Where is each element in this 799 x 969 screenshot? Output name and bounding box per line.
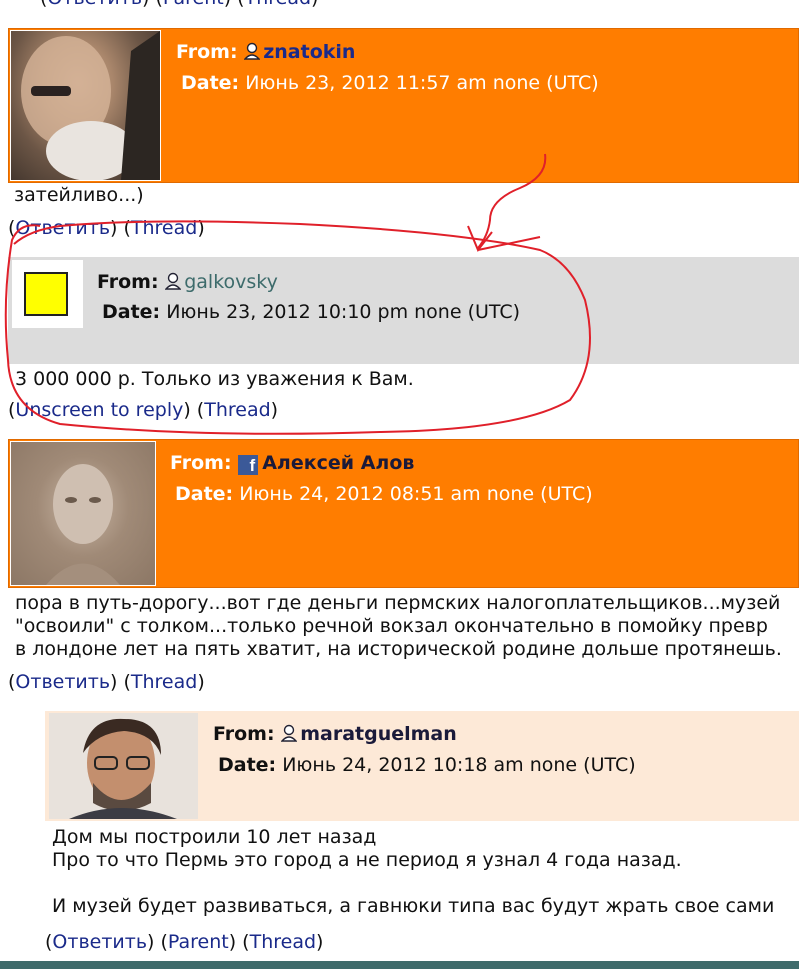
avatar-image (21, 31, 160, 181)
thread-link[interactable]: Thread (245, 0, 311, 9)
comment-date: Date: Июнь 24, 2012 10:18 am none (UTC) (218, 754, 636, 776)
from-label: From: (176, 41, 238, 63)
comment-date: Date: Июнь 23, 2012 10:10 pm none (UTC) (102, 301, 520, 323)
comment-from: From: galkovsky (97, 271, 278, 293)
date-value: Июнь 24, 2012 10:18 am none (UTC) (282, 754, 636, 776)
comment-date: Date: Июнь 24, 2012 08:51 am none (UTC) (175, 483, 593, 505)
user-icon (244, 42, 261, 60)
username-link[interactable]: galkovsky (184, 271, 278, 293)
user-icon (165, 272, 182, 290)
avatar[interactable] (10, 441, 156, 586)
date-label: Date: (181, 72, 240, 94)
comment-from: From: f Алексей Алов (170, 452, 414, 475)
comment-text-line: Про то что Пермь это город а не период я… (52, 849, 682, 871)
comment-body: затейливо...) (14, 184, 144, 206)
avatar[interactable] (10, 30, 161, 181)
thread-link[interactable]: Thread (131, 217, 197, 239)
yellow-square-avatar (24, 272, 68, 316)
date-value: Июнь 24, 2012 08:51 am none (UTC) (239, 483, 593, 505)
user-icon (281, 724, 298, 742)
thread-link[interactable]: Thread (131, 671, 197, 693)
username-link[interactable]: znatokin (263, 41, 355, 63)
comment-text-line: пора в путь-дорогу...вот где деньги перм… (15, 592, 781, 614)
parent-link[interactable]: Parent (168, 931, 229, 953)
facebook-icon: f (238, 455, 259, 475)
top-comment-links: (Ответить) (Parent) (Thread) (40, 0, 318, 9)
comment-text-line: И музей будет развиваться, а гавнюки тип… (52, 895, 775, 917)
username-link[interactable]: maratguelman (300, 723, 457, 745)
comment-from: From: maratguelman (213, 723, 457, 745)
reply-link[interactable]: Ответить (47, 0, 142, 9)
comment-text-spacer (52, 872, 774, 895)
avatar-image (46, 464, 120, 585)
avatar[interactable] (49, 713, 198, 819)
reply-link[interactable]: Ответить (15, 217, 110, 239)
from-label: From: (97, 271, 159, 293)
comment-header-galkovsky: From: galkovsky Date: Июнь 23, 2012 10:1… (8, 257, 799, 364)
thread-link[interactable]: Thread (204, 399, 270, 421)
comment-text-line: 3 000 000 р. Только из уважения к Вам. (15, 368, 414, 390)
comment-body: 3 000 000 р. Только из уважения к Вам. (15, 368, 414, 390)
comment-text-line: Дом мы построили 10 лет назад (52, 826, 377, 848)
thread-link[interactable]: Thread (250, 931, 316, 953)
comment-text-line: "освоили" с толком...только речной вокза… (15, 615, 768, 637)
unscreen-to-reply-link[interactable]: Unscreen to reply (15, 399, 183, 421)
comment-links: (Ответить) (Parent) (Thread) (45, 931, 324, 953)
parent-link[interactable]: Parent (163, 0, 224, 9)
date-label: Date: (218, 754, 277, 776)
avatar[interactable] (12, 260, 83, 328)
annotation-arrowhead (467, 225, 541, 252)
comment-body: пора в путь-дорогу...вот где деньги перм… (15, 592, 782, 661)
date-value: Июнь 23, 2012 10:10 pm none (UTC) (166, 301, 521, 323)
date-value: Июнь 23, 2012 11:57 am none (UTC) (245, 72, 599, 94)
comment-from: From: znatokin (176, 41, 355, 63)
bottom-bar (0, 961, 799, 969)
username-link[interactable]: Алексей Алов (262, 452, 414, 474)
date-label: Date: (175, 483, 234, 505)
from-label: From: (213, 723, 275, 745)
comment-links: (Ответить) (Thread) (8, 671, 205, 693)
comment-text-line: в лондоне лет на пять хватит, на историч… (15, 638, 782, 660)
date-label: Date: (102, 301, 161, 323)
avatar-image (69, 718, 177, 819)
comment-header-znatokin: From: znatokin Date: Июнь 23, 2012 11:57… (8, 28, 799, 183)
comment-links: (Unscreen to reply) (Thread) (8, 399, 279, 421)
reply-link[interactable]: Ответить (15, 671, 110, 693)
comment-header-maratguelman: From: maratguelman Date: Июнь 24, 2012 1… (45, 711, 799, 821)
comment-header-alov: From: f Алексей Алов Date: Июнь 24, 2012 … (8, 439, 799, 588)
comment-date: Date: Июнь 23, 2012 11:57 am none (UTC) (181, 72, 599, 94)
comment-body: Дом мы построили 10 лет назад Про то что… (52, 826, 774, 918)
comment-links: (Ответить) (Thread) (8, 217, 205, 239)
reply-link[interactable]: Ответить (52, 931, 147, 953)
comment-text-line: затейливо...) (14, 184, 144, 206)
from-label: From: (170, 452, 232, 474)
